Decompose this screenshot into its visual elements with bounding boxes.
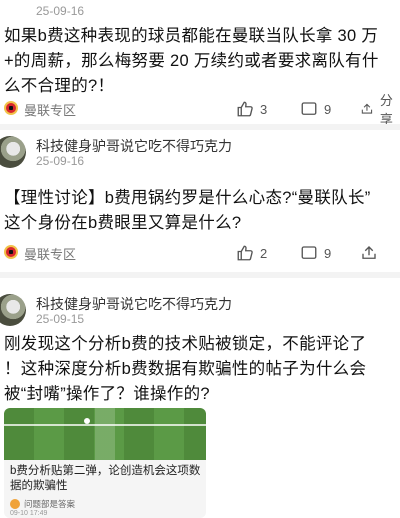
club-badge-icon [4,101,18,115]
share-button[interactable]: 分享 [360,93,400,127]
comment-button[interactable]: 9 [300,98,331,120]
like-count: 3 [260,101,268,117]
post-body-line: 如果b费这种表现的球员都能在曼联当队长拿 30 万 [4,27,379,45]
share-icon [361,103,373,114]
post-date: 25-09-16 [36,154,85,168]
divider [0,272,400,278]
comment-count: 9 [324,245,332,261]
like-count: 2 [260,245,268,261]
post-footer: 曼联专区 3 9 分享 [0,93,400,127]
avatar[interactable] [0,294,26,326]
comment-icon [301,102,317,115]
card-thumbnail [4,408,206,460]
post-3[interactable]: 科技健身驴哥说它吃不得巧克力 25-09-15 刚发现这个分析b费的技术贴被锁定… [0,280,400,518]
post-body-line: 刚发现这个分析b费的技术贴被锁定，不能评论了 [4,335,367,353]
like-icon [237,101,253,117]
post-date: 25-09-16 [36,4,85,18]
post-date: 25-09-15 [36,312,85,326]
like-icon [237,245,253,261]
avatar[interactable] [0,136,26,168]
author-name[interactable]: 科技健身驴哥说它吃不得巧克力 [36,294,232,314]
post-body[interactable]: 【理性讨论】b费甩锅约罗是什么心态?“曼联队长” 这个身份在b费眼里又算是什么? [4,186,396,236]
card-title: b费分析贴第二弹，论创造机会这项数据的欺骗性 [10,465,201,492]
club-badge-icon [4,245,18,259]
share-label: 分享 [379,93,393,127]
author-name[interactable]: 科技健身驴哥说它吃不得巧克力 [36,136,232,156]
card-date: 09-10 17:49 [10,510,48,517]
post-footer: 曼联专区 2 9 [0,240,400,266]
comment-button[interactable]: 9 [300,242,331,264]
post-body-line: 被“封嘴”操作了？谁操作的? [4,385,210,403]
comment-count: 9 [324,101,332,117]
like-button[interactable]: 2 [236,242,267,264]
card-author: 问题部是答案 [24,499,76,509]
like-button[interactable]: 3 [236,98,267,120]
forum-tag[interactable]: 曼联专区 [24,244,76,263]
share-icon [362,246,376,259]
card-author-avatar [10,499,20,509]
post-body-line: +的周薪，那么梅努要 20 万续约或者要求离队有什 [4,52,379,70]
post-body-line: 【理性讨论】b费甩锅约罗是什么心态?“曼联队长” [4,189,371,207]
post-body[interactable]: 如果b费这种表现的球员都能在曼联当队长拿 30 万 +的周薪，那么梅努要 20 … [4,24,396,99]
post-header: 科技健身驴哥说它吃不得巧克力 25-09-15 [0,288,400,332]
post-2[interactable]: 科技健身驴哥说它吃不得巧克力 25-09-16 【理性讨论】b费甩锅约罗是什么心… [0,130,400,267]
card-author-row: 问题部是答案 [10,498,75,510]
post-1[interactable]: 25-09-16 如果b费这种表现的球员都能在曼联当队长拿 30 万 +的周薪，… [0,0,400,128]
share-button[interactable] [360,242,378,264]
post-body[interactable]: 刚发现这个分析b费的技术贴被锁定，不能评论了 ！这种深度分析b费数据有欺骗性的帖… [4,332,396,407]
post-body-line: 这个身份在b费眼里又算是什么? [4,214,242,232]
post-header: 科技健身驴哥说它吃不得巧克力 25-09-16 [0,130,400,174]
post-body-line: ！这种深度分析b费数据有欺骗性的帖子为什么会 [4,360,367,378]
card-info: b费分析贴第二弹，论创造机会这项数据的欺骗性 问题部是答案 09-10 17:4… [4,460,206,518]
forum-tag[interactable]: 曼联专区 [24,100,76,119]
comment-icon [301,246,317,259]
